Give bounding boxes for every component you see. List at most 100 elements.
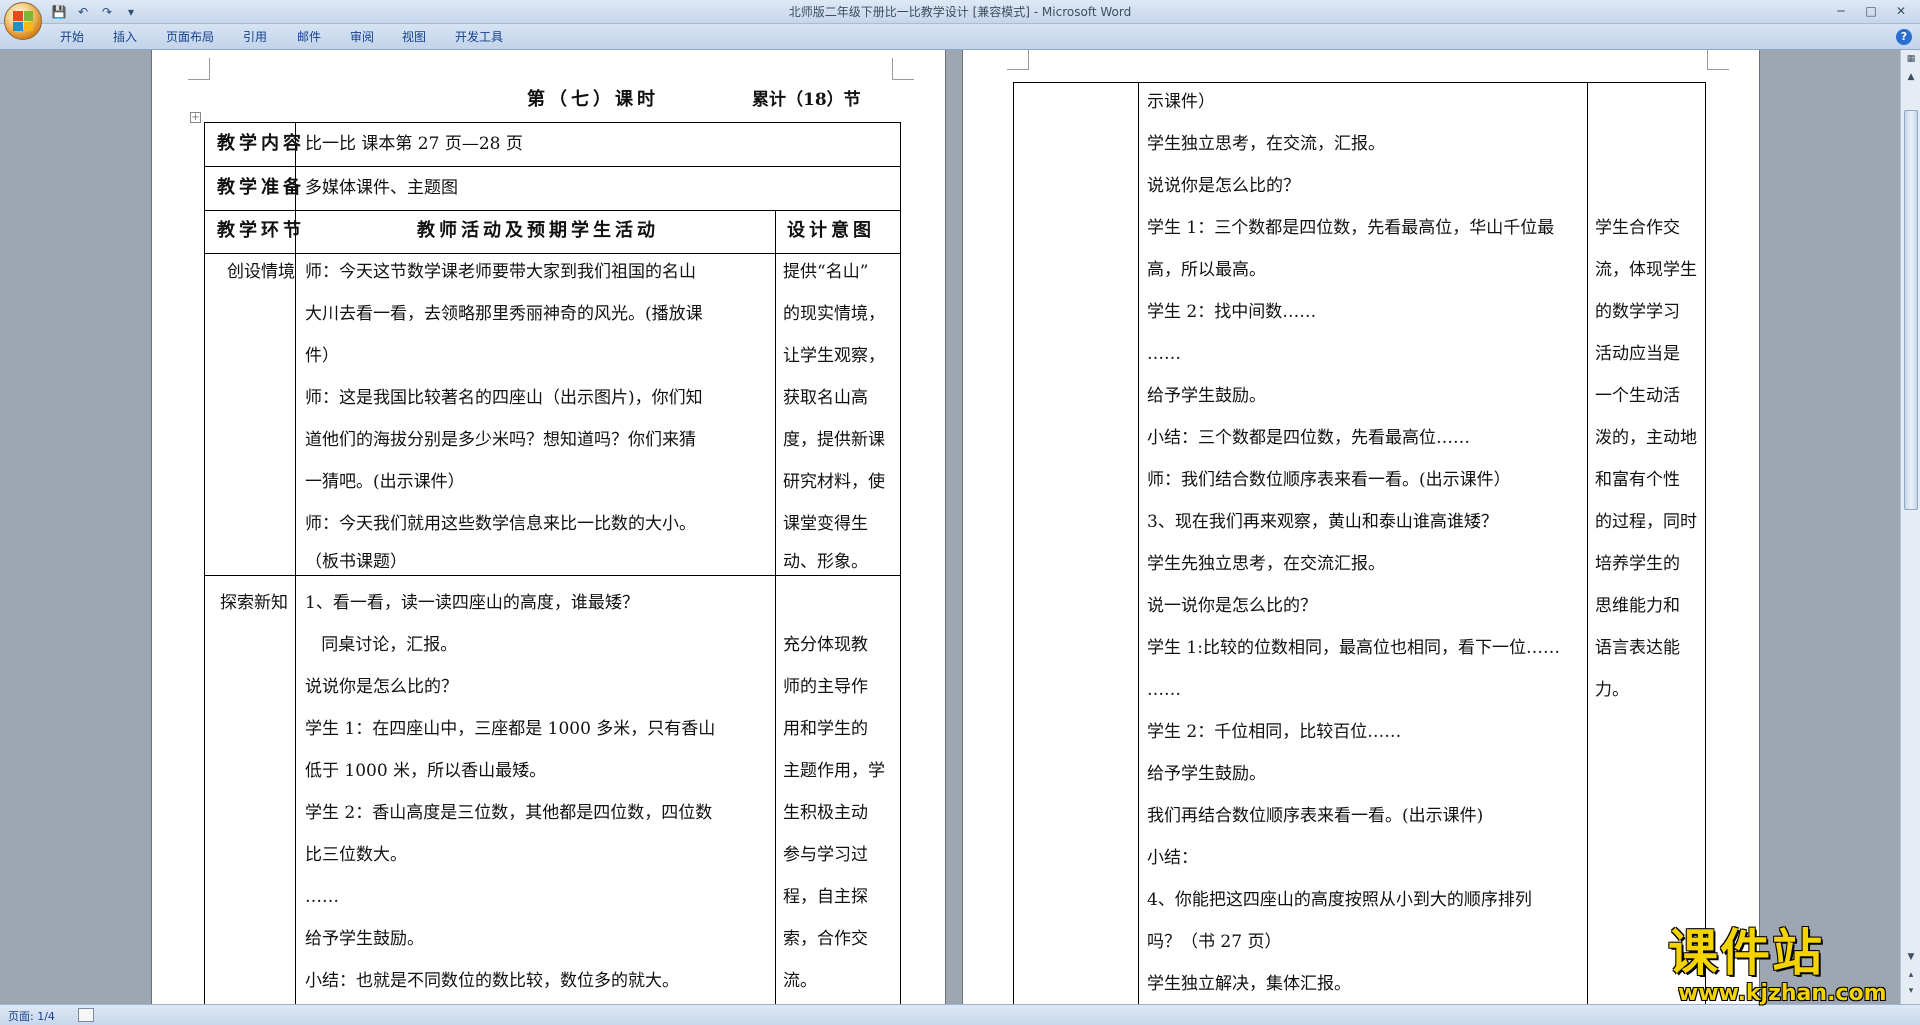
tab-insert[interactable]: 插入 (113, 24, 137, 50)
page-indicator[interactable]: 页面: 1/4 (8, 1008, 55, 1024)
watermark-logo: 课件站 www.kjzhan.com (1660, 925, 1900, 1007)
watermark-url: www.kjzhan.com (1678, 981, 1887, 1006)
crop-mark (188, 58, 210, 80)
list-item: 学生 2：千位相同，比较百位…… (1147, 722, 1402, 742)
list-item: 流。 (783, 971, 817, 991)
list-item: 示课件） (1147, 92, 1215, 112)
table-border (204, 122, 900, 123)
crop-mark (1007, 50, 1029, 70)
list-item: 学生 2：找中间数…… (1147, 302, 1317, 322)
list-item: 给予学生鼓励。 (305, 929, 424, 949)
maximize-button[interactable]: □ (1856, 2, 1886, 20)
list-item: 师：我们结合数位顺序表来看一看。(出示课件） (1147, 470, 1511, 490)
list-item: …… (1147, 680, 1181, 700)
table-border (775, 210, 776, 1004)
proofing-icon[interactable] (78, 1008, 94, 1022)
list-item: 课堂变得生 (783, 514, 868, 534)
table-border (1587, 82, 1588, 1004)
tab-home[interactable]: 开始 (60, 24, 84, 50)
content-value: 比一比 课本第 27 页—28 页 (305, 134, 523, 154)
list-item: 和富有个性 (1595, 470, 1680, 490)
list-item: 师的主导作 (783, 677, 868, 697)
list-item: 说一说你是怎么比的？ (1147, 596, 1317, 616)
list-item: 力。 (1595, 680, 1629, 700)
list-item: 1、看一看，读一读四座山的高度，谁最矮？ (305, 593, 639, 613)
status-bar: 页面: 1/4 (0, 1004, 1920, 1025)
list-item: 主题作用，学 (783, 761, 885, 781)
tab-view[interactable]: 视图 (402, 24, 426, 50)
tab-review[interactable]: 审阅 (350, 24, 374, 50)
stage-explore: 探索新知 (220, 593, 288, 613)
list-item: 一猜吧。(出示课件） (305, 472, 465, 492)
list-item: 学生合作交 (1595, 218, 1680, 238)
office-button[interactable] (4, 2, 42, 40)
activity-column-header: 教师活动及预期学生活动 (417, 220, 659, 241)
tab-mailings[interactable]: 邮件 (297, 24, 321, 50)
scroll-up-icon[interactable]: ▲ (1904, 70, 1918, 84)
window-controls: ─ □ ✕ (1826, 2, 1916, 20)
list-item: 师：今天这节数学课老师要带大家到我们祖国的名山 (305, 262, 696, 282)
table-move-handle-icon[interactable]: + (190, 112, 201, 123)
content-label: 教学内容 (217, 133, 305, 154)
close-button[interactable]: ✕ (1886, 2, 1916, 20)
quick-access-toolbar: 💾 ↶ ↷ ▾ (50, 3, 140, 21)
window-title: 北师版二年级下册比一比教学设计 [兼容模式] - Microsoft Word (788, 5, 1132, 19)
list-item: 小结： (1147, 848, 1198, 868)
list-item: 件） (305, 346, 339, 366)
vertical-scrollbar[interactable]: ▦ ▲ ▼ ▴ ▾ (1900, 50, 1920, 1004)
tab-page-layout[interactable]: 页面布局 (166, 24, 214, 50)
list-item: 的现实情境， (783, 304, 885, 324)
list-item: 学生独立解决，集体汇报。 (1147, 974, 1351, 994)
customize-qat-icon[interactable]: ▾ (122, 3, 140, 21)
table-border (204, 122, 205, 1004)
list-item: 程，自主探 (783, 887, 868, 907)
table-border (900, 122, 901, 1004)
list-item: 让学生观察， (783, 346, 885, 366)
prep-label: 教学准备 (217, 177, 305, 198)
list-item: 吗？（书 27 页） (1147, 932, 1282, 952)
next-page-icon[interactable]: ▾ (1904, 984, 1918, 998)
ruler-toggle-icon[interactable]: ▦ (1904, 52, 1918, 66)
table-border (204, 166, 900, 167)
minimize-button[interactable]: ─ (1826, 2, 1856, 20)
table-border (1705, 82, 1706, 1004)
list-item: 培养学生的 (1595, 554, 1680, 574)
help-icon[interactable]: ? (1896, 29, 1912, 45)
previous-page-icon[interactable]: ▴ (1904, 968, 1918, 982)
table-border (1013, 82, 1014, 1004)
list-item: （板书课题） (305, 552, 407, 572)
list-item: 用和学生的 (783, 719, 868, 739)
office-logo-icon (13, 11, 33, 31)
redo-icon[interactable]: ↷ (98, 3, 116, 21)
list-item: 流，体现学生 (1595, 260, 1697, 280)
watermark-title: 课件站 (1668, 924, 1824, 982)
prep-value: 多媒体课件、主题图 (305, 178, 458, 198)
list-item: 低于 1000 米，所以香山最矮。 (305, 761, 547, 781)
list-item: 学生 2：香山高度是三位数，其他都是四位数，四位数 (305, 803, 713, 823)
list-item: 给予学生鼓励。 (1147, 386, 1266, 406)
tab-references[interactable]: 引用 (243, 24, 267, 50)
list-item: 学生 1：三个数都是四位数，先看最高位，华山千位最 (1147, 218, 1555, 238)
crop-mark (1707, 50, 1729, 70)
document-page-2[interactable]: 示课件） 学生独立思考，在交流，汇报。 说说你是怎么比的？ 学生 1：三个数都是… (962, 50, 1760, 1004)
list-item: 给予学生鼓励。 (1147, 764, 1266, 784)
list-item: 学生先独立思考，在交流汇报。 (1147, 554, 1385, 574)
list-item: 提供“名山” (783, 262, 869, 282)
document-area[interactable]: 第（七）课时 累计（18）节 + 教学内容 比一比 课本第 27 页—28 页 … (0, 50, 1900, 1004)
list-item: 学生 1：在四座山中，三座都是 1000 多米，只有香山 (305, 719, 716, 739)
undo-icon[interactable]: ↶ (74, 3, 92, 21)
scroll-down-icon[interactable]: ▼ (1904, 950, 1918, 964)
list-item: 研究材料，使 (783, 472, 885, 492)
tab-developer[interactable]: 开发工具 (455, 24, 503, 50)
stage-situation: 创设情境 (227, 262, 295, 282)
list-item: 动、形象。 (783, 552, 868, 572)
list-item: 小结：三个数都是四位数，先看最高位…… (1147, 428, 1470, 448)
table-border (204, 575, 900, 576)
cumulative-count: 累计（18）节 (752, 90, 861, 110)
scroll-thumb[interactable] (1904, 110, 1918, 510)
table-border (1013, 82, 1705, 83)
save-icon[interactable]: 💾 (50, 3, 68, 21)
document-page-1[interactable]: 第（七）课时 累计（18）节 + 教学内容 比一比 课本第 27 页—28 页 … (151, 50, 946, 1004)
list-item: 师：这是我国比较著名的四座山（出示图片)，你们知 (305, 388, 703, 408)
list-item: 泼的，主动地 (1595, 428, 1697, 448)
